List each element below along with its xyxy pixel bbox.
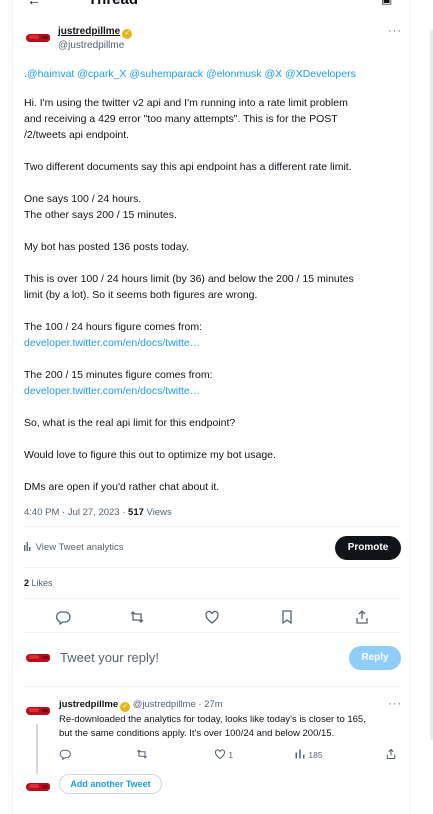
tweet-line: One says 100 / 24 hours. [24,193,142,205]
bookmark-icon[interactable]: ▣ [381,0,392,6]
avatar[interactable] [26,32,50,44]
reply-author[interactable]: justredpillme ✓ @justredpillme · 27m [59,699,223,712]
reply-line: but the same conditions apply. It's over… [59,728,335,739]
author-handle[interactable]: @justredpillme [58,40,124,51]
tweet-line: The 100 / 24 hours figure comes from: [24,321,203,333]
promote-button[interactable]: Promote [335,536,401,560]
author-name[interactable]: justredpillme ✓ [58,26,133,39]
docs-link[interactable]: developer.twitter.com/en/docs/twitte… [24,383,200,399]
views-count: 517 [128,507,144,518]
bookmark-icon[interactable] [279,609,295,625]
tweet-line: Hi. I'm using the twitter v2 api and I'm… [24,97,348,109]
views-label: Views [143,507,172,518]
tweet-line: This is over 100 / 24 hours limit (by 36… [24,273,354,285]
analytics-label: View Tweet analytics [35,542,124,553]
reply-icon[interactable] [59,748,71,761]
analytics-icon [24,542,31,551]
views-button[interactable]: 185 [294,748,323,760]
like-icon [214,749,226,760]
tweet-line: The 200 / 15 minutes figure comes from: [24,369,213,381]
avatar[interactable] [26,705,50,717]
likes-count-link[interactable]: 2 Likes [24,578,53,588]
divider [24,632,400,633]
tweet-line: My bot has posted 136 posts today. [24,241,189,253]
arrow-left-icon[interactable]: ← [27,0,41,8]
mentions[interactable]: .@haimvat @cpark_X @suhemparack @elonmus… [24,66,356,82]
reply-input[interactable]: Tweet your reply! [60,650,159,665]
view-analytics-link[interactable]: View Tweet analytics [24,542,123,553]
divider [24,567,400,568]
avatar [26,652,50,664]
add-another-tweet-button[interactable]: Add another Tweet [59,774,162,794]
tweet-line: So, what is the real api limit for this … [24,417,236,429]
tweet-line: The other says 200 / 15 minutes. [24,209,177,221]
reply-button[interactable]: Reply [349,646,401,670]
page-title: Thread [88,0,138,8]
tweet-line: /2/tweets api endpoint. [24,129,130,141]
tweet-line: limit (by a lot). So it seems both figur… [24,289,258,301]
retweet-icon[interactable] [136,748,148,760]
like-button[interactable]: 1 [214,748,233,760]
verified-badge-icon: ✓ [122,29,133,39]
timestamp[interactable]: 4:40 PM · Jul 27, 2023 · [24,507,128,518]
tweet-line: and receiving a 429 error "too many atte… [24,113,338,125]
reply-icon[interactable] [55,609,71,626]
thread-header: ← Thread ▣ [13,0,412,10]
reply-text: Re-downloaded the analytics for today, l… [59,713,399,741]
divider [24,526,400,527]
divider [24,598,400,599]
reply-likes-count: 1 [228,750,234,760]
thread-column: ← Thread ▣ justredpillme✓ @justredpillme… [12,0,411,814]
tweet-line: Would love to figure this out to optimiz… [24,449,276,461]
like-icon[interactable] [204,609,220,625]
divider [24,686,400,687]
thread-connector [36,724,38,774]
share-icon[interactable] [354,609,370,625]
reply-line: Re-downloaded the analytics for today, l… [59,714,366,725]
docs-link[interactable]: developer.twitter.com/en/docs/twitte… [24,335,200,351]
analytics-icon [295,749,305,759]
avatar [26,781,50,793]
more-options-icon[interactable]: ··· [388,698,402,710]
verified-badge-icon: ✓ [120,702,131,712]
retweet-icon[interactable] [129,609,145,625]
reply-views-count: 185 [308,750,323,760]
share-icon[interactable] [385,748,397,760]
tweet-line: Two different documents say this api end… [24,161,352,173]
tweet-metadata: 4:40 PM · Jul 27, 2023 · 517 Views [24,507,172,518]
tweet-line: DMs are open if you'd rather chat about … [24,481,220,493]
more-options-icon[interactable]: ··· [388,25,402,37]
